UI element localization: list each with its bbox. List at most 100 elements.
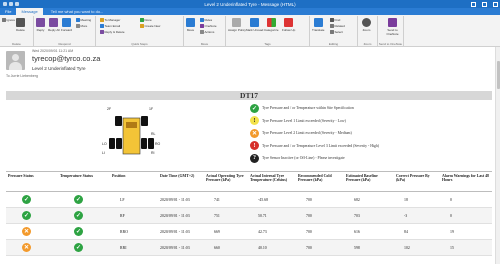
meeting-button[interactable]: Meeting <box>76 18 91 22</box>
forward-button[interactable]: Forward <box>61 18 72 32</box>
mark-unread-button[interactable]: Mark Unread <box>246 18 263 32</box>
window-title: Level 2 Underinflated Tyre - Message (HT… <box>204 1 296 7</box>
move-folder-icon <box>186 18 195 27</box>
check-circle-icon: ✓ <box>74 227 83 236</box>
find-icon <box>330 18 334 22</box>
tab-file[interactable]: File <box>0 8 16 15</box>
cell-cold-pressure: 700 <box>296 239 344 256</box>
move-button[interactable]: Move <box>186 18 195 32</box>
zoom-icon <box>362 18 371 27</box>
lightning-icon <box>140 24 144 28</box>
group-zoom: Zoom Zoom <box>358 16 378 46</box>
meeting-icon <box>76 18 80 22</box>
col-baseline: Estimated Baseline Pressure (kPa) <box>344 171 394 192</box>
find-button[interactable]: Find <box>330 18 340 22</box>
assign-policy-button[interactable]: Assign Policy <box>228 18 246 32</box>
question-circle-icon: ? <box>250 153 259 163</box>
check-circle-icon: ✓ <box>74 195 83 204</box>
tyre-rf <box>141 116 148 126</box>
truck-cab <box>126 122 137 128</box>
cell-alarms: 0 <box>440 207 492 224</box>
cell-position: RRO <box>110 223 158 240</box>
tyre-status-table: Pressure Status Temperature Status Posit… <box>6 171 492 256</box>
cell-baseline: 616 <box>344 223 394 240</box>
col-correct-by: Correct Pressure By (kPa) <box>394 171 440 192</box>
group-tags: Assign Policy Mark Unread Categorize Fol… <box>226 16 310 46</box>
reply-all-button[interactable]: Reply All <box>48 18 60 32</box>
related-icon <box>330 24 334 28</box>
col-actual-pressure: Actual Operating Tyre Pressure (kPa) <box>204 171 248 192</box>
reply-button[interactable]: Reply <box>36 18 45 32</box>
cell-actual-temp: 40.10 <box>248 239 296 256</box>
ribbon-tabs: File Message Tell me what you want to do… <box>0 8 500 15</box>
delete-button[interactable]: Delete <box>16 18 25 32</box>
col-alarms: Alarm Warnings for Last 48 Hours <box>440 171 492 192</box>
close-button[interactable] <box>493 1 498 7</box>
translate-icon <box>313 18 323 27</box>
rules-button[interactable]: Rules <box>200 18 212 22</box>
minimize-button[interactable] <box>471 1 476 7</box>
tell-me-search[interactable]: Tell me what you want to do... <box>51 9 104 14</box>
actions-button[interactable]: Actions <box>200 30 214 34</box>
cell-alarms: 15 <box>440 239 492 256</box>
envelope-icon <box>250 18 260 27</box>
check-circle-icon: ✓ <box>250 103 259 113</box>
ribbon: Ignore Delete Delete Reply Reply All For… <box>0 15 500 47</box>
tyre-li <box>116 138 122 149</box>
onenote-send-icon <box>388 18 397 27</box>
reply-icon <box>36 18 45 27</box>
categorize-button[interactable]: Categorize <box>264 18 279 32</box>
vertical-scrollbar[interactable] <box>495 47 500 264</box>
quickstep-team-email[interactable]: Team Email <box>100 24 120 28</box>
table-row: ✕ ✓ RRI 2020/09/01 - 11:03 660 40.10 700 598 102… <box>6 239 492 256</box>
message-body: DT17 2F 1F RL RI RO LO LI ✓ Tyre Pressure… <box>6 91 492 264</box>
tab-message[interactable]: Message <box>16 8 43 15</box>
follow-up-button[interactable]: Follow Up <box>282 18 295 32</box>
cell-actual-pressure: 751 <box>204 207 248 224</box>
table-row: ✓ ✓ RF 2020/09/01 - 11:03 751 50.71 700 703 -3 0 <box>6 207 492 224</box>
send-to-onenote-button[interactable]: Send to OneNote <box>382 18 403 36</box>
zoom-button[interactable]: Zoom <box>362 18 371 32</box>
alert-circle-icon: ! <box>250 141 259 151</box>
legend-item-ok: ✓ Tyre Pressure and / or Temperature with… <box>250 103 354 113</box>
legend-item-level1: ! Tyre Pressure Level 1 Limit exceeded (S… <box>250 115 379 128</box>
col-actual-temp: Actual Internal Tyre Temperature (Celsiu… <box>248 171 296 192</box>
check-circle-icon: ✓ <box>74 243 83 252</box>
check-icon <box>140 18 144 22</box>
table-row: ✕ ✓ RRO 2020/09/01 - 11:03 669 42.73 700 616 84 1… <box>6 223 492 240</box>
ignore-button[interactable]: Ignore <box>2 18 15 22</box>
diagram-label-ri: RI <box>151 151 155 155</box>
maximize-button[interactable] <box>482 1 487 7</box>
delete-icon <box>16 18 25 27</box>
message-subject: Level 2 Underinflated Tyre <box>32 66 86 71</box>
tyre-lf <box>115 116 122 126</box>
cell-datetime: 2020/09/01 - 11:03 <box>158 223 204 240</box>
cell-correct-by: 18 <box>394 191 440 208</box>
translate-button[interactable]: Translate <box>312 18 324 32</box>
legend-item-level2: ✕ Tyre Pressure Level 2 Limit exceeded (S… <box>250 128 352 138</box>
table-row: ✓ ✓ LF 2020/09/01 - 11:03 741 -45.68 700 682 18 0 <box>6 191 492 208</box>
title-bar: Level 2 Underinflated Tyre - Message (HT… <box>0 0 500 8</box>
quickstep-to-manager[interactable]: To Manager <box>100 18 120 22</box>
quickstep-reply-delete[interactable]: Reply & Delete <box>100 30 125 34</box>
quickstep-done[interactable]: Done <box>140 18 152 22</box>
onenote-button[interactable]: OneNote <box>200 24 217 28</box>
group-delete: Ignore Delete Delete <box>0 16 34 46</box>
cross-circle-icon: ✕ <box>22 243 31 252</box>
cell-baseline: 682 <box>344 191 394 208</box>
status-legend: ✓ Tyre Pressure and / or Temperature with… <box>250 102 379 165</box>
policy-icon <box>232 18 242 27</box>
quickstep-create-new[interactable]: Create New <box>140 24 160 28</box>
cross-circle-icon: ✕ <box>22 227 31 236</box>
select-button[interactable]: Select <box>330 30 343 34</box>
cell-datetime: 2020/09/01 - 11:03 <box>158 207 204 224</box>
related-button[interactable]: Related <box>330 24 345 28</box>
group-editing: Translate Find Related Select Editing <box>310 16 358 46</box>
cell-actual-pressure: 660 <box>204 239 248 256</box>
categorize-icon <box>266 18 276 27</box>
sender-address[interactable]: tyrecop@tyrco.co.za <box>32 54 100 63</box>
group-respond: Reply Reply All Forward Meeting More Res… <box>34 16 96 46</box>
more-button[interactable]: More <box>76 24 87 28</box>
flag-icon <box>284 18 294 27</box>
group-quick-steps: To Manager Team Email Reply & Delete Don… <box>96 16 184 46</box>
